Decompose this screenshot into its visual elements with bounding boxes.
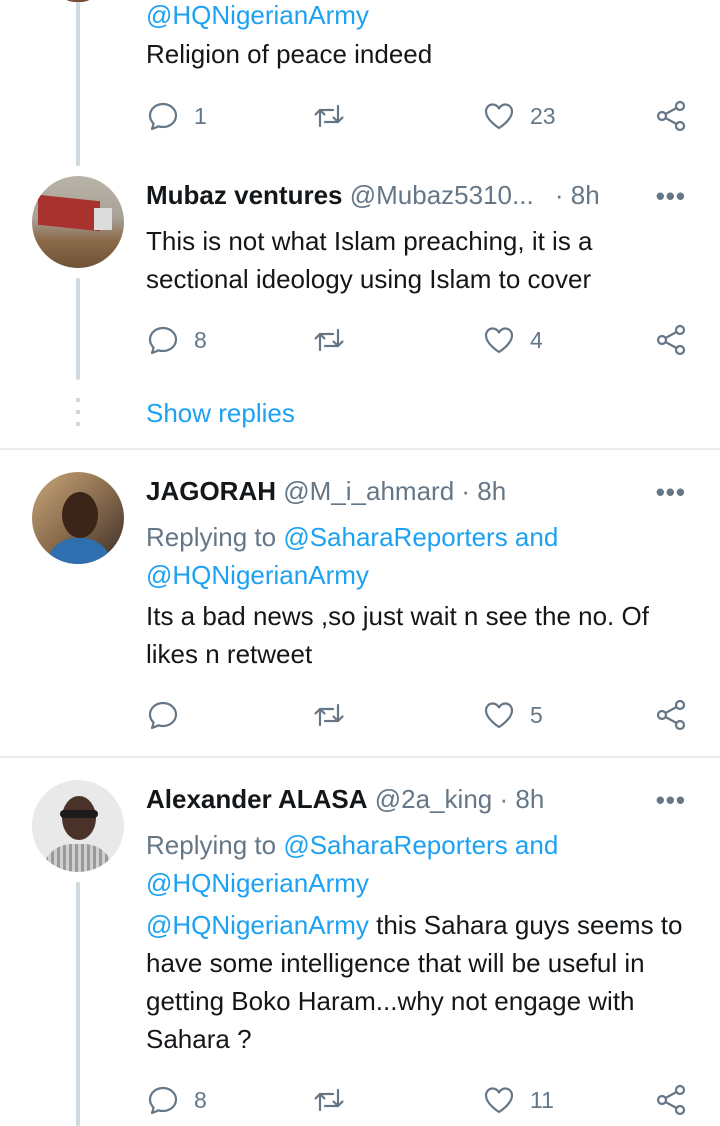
retweet-icon bbox=[314, 703, 344, 727]
avatar-partial bbox=[60, 0, 96, 2]
reply-icon bbox=[148, 1086, 178, 1115]
face-image bbox=[62, 796, 96, 840]
share-button[interactable] bbox=[654, 322, 688, 358]
like-count: 11 bbox=[530, 1086, 554, 1113]
thread-line bbox=[76, 278, 80, 380]
like-count: 5 bbox=[530, 701, 543, 728]
retweet-icon bbox=[314, 104, 344, 128]
tweet-actions: 1 23 bbox=[146, 98, 692, 134]
more-icon[interactable]: ••• bbox=[656, 787, 686, 813]
tweet-header: Mubaz ventures @Mubaz5310... · 8h bbox=[146, 180, 600, 210]
retweet-button[interactable] bbox=[312, 1082, 346, 1118]
more-icon[interactable]: ••• bbox=[656, 183, 686, 209]
like-count: 23 bbox=[530, 102, 556, 129]
truck-cab bbox=[94, 208, 112, 230]
replying-to-mention[interactable]: @HQNigerianArmy bbox=[146, 868, 369, 898]
face-image bbox=[62, 492, 98, 538]
mention-link[interactable]: @HQNigerianArmy bbox=[146, 910, 369, 940]
tweet-text: @HQNigerianArmy this Sahara guys seems t… bbox=[146, 906, 696, 1058]
share-icon bbox=[656, 699, 686, 731]
share-button[interactable] bbox=[654, 98, 688, 134]
share-button[interactable] bbox=[654, 697, 688, 733]
share-button[interactable] bbox=[654, 1082, 688, 1118]
replying-to: Replying to @SaharaReporters and @HQNige… bbox=[146, 518, 696, 594]
reply-icon bbox=[148, 102, 178, 131]
reply-button[interactable] bbox=[146, 697, 180, 733]
reply-count: 1 bbox=[194, 102, 207, 129]
like-icon bbox=[484, 327, 514, 354]
shirt-image bbox=[42, 844, 114, 872]
display-name[interactable]: Mubaz ventures bbox=[146, 180, 343, 210]
reply-count: 8 bbox=[194, 1086, 207, 1113]
like-icon bbox=[484, 103, 514, 130]
avatar[interactable] bbox=[32, 472, 124, 564]
retweet-button[interactable] bbox=[312, 322, 346, 358]
glasses-image bbox=[60, 810, 98, 818]
tweet-header: JAGORAH @M_i_ahmard · 8h bbox=[146, 476, 506, 506]
reply-count: 8 bbox=[194, 326, 207, 353]
reply-button[interactable]: 8 bbox=[146, 1082, 207, 1118]
truck-image bbox=[38, 194, 100, 232]
thread-dots bbox=[76, 398, 80, 430]
like-icon bbox=[484, 702, 514, 729]
avatar[interactable] bbox=[32, 780, 124, 872]
tweet-text: Religion of peace indeed bbox=[146, 39, 433, 69]
retweet-icon bbox=[314, 1088, 344, 1112]
tweet-actions: 8 4 bbox=[146, 322, 692, 358]
reply-button[interactable]: 8 bbox=[146, 322, 207, 358]
user-handle[interactable]: @Mubaz5310... bbox=[350, 180, 534, 210]
share-icon bbox=[656, 1084, 686, 1116]
more-icon[interactable]: ••• bbox=[656, 479, 686, 505]
display-name[interactable]: JAGORAH bbox=[146, 476, 276, 506]
tweet-actions: 8 11 bbox=[146, 1082, 692, 1118]
reply-button[interactable]: 1 bbox=[146, 98, 207, 134]
replying-to-mention[interactable]: @HQNigerianArmy bbox=[146, 560, 369, 590]
replying-to-label: Replying to bbox=[146, 830, 277, 860]
like-count: 4 bbox=[530, 326, 543, 353]
timestamp[interactable]: · 8h bbox=[555, 180, 600, 210]
avatar[interactable] bbox=[32, 176, 124, 268]
display-name[interactable]: Alexander ALASA bbox=[146, 784, 368, 814]
retweet-button[interactable] bbox=[312, 98, 346, 134]
replying-to-label: Replying to bbox=[146, 522, 277, 552]
thread-line bbox=[76, 882, 80, 1126]
replying-to-mention[interactable]: @SaharaReporters and bbox=[283, 830, 558, 860]
tweet-text: Its a bad news ,so just wait n see the n… bbox=[146, 601, 649, 669]
replying-to-mention[interactable]: @SaharaReporters and bbox=[283, 522, 558, 552]
tweet-header: Alexander ALASA @2a_king · 8h bbox=[146, 784, 544, 814]
divider bbox=[0, 448, 720, 450]
share-icon bbox=[656, 324, 686, 356]
thread-line bbox=[76, 0, 80, 166]
retweet-icon bbox=[314, 328, 344, 352]
share-icon bbox=[656, 100, 686, 132]
like-icon bbox=[484, 1087, 514, 1114]
retweet-button[interactable] bbox=[312, 697, 346, 733]
reply-icon bbox=[148, 701, 178, 730]
tweet-text: This is not what Islam preaching, it is … bbox=[146, 226, 593, 294]
reply-icon bbox=[148, 326, 178, 355]
like-button[interactable]: 11 bbox=[482, 1082, 554, 1118]
shirt-image bbox=[46, 538, 112, 564]
show-replies-link[interactable]: Show replies bbox=[146, 394, 696, 432]
user-handle[interactable]: @2a_king · 8h bbox=[375, 784, 545, 814]
reply-mention[interactable]: @HQNigerianArmy bbox=[146, 0, 696, 34]
divider bbox=[0, 756, 720, 758]
replying-to: Replying to @SaharaReporters and @HQNige… bbox=[146, 826, 696, 902]
like-button[interactable]: 5 bbox=[482, 697, 543, 733]
tweet-actions: 5 bbox=[146, 697, 692, 733]
like-button[interactable]: 23 bbox=[482, 98, 556, 134]
user-handle[interactable]: @M_i_ahmard · 8h bbox=[283, 476, 506, 506]
like-button[interactable]: 4 bbox=[482, 322, 543, 358]
